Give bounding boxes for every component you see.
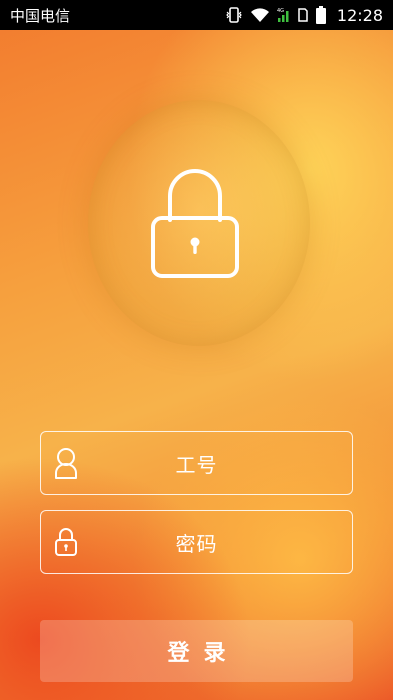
- carrier-name: 中国电信: [10, 6, 71, 25]
- password-field[interactable]: 密码: [40, 510, 353, 574]
- signal-icon: 4G: [277, 6, 291, 24]
- login-button[interactable]: 登录: [40, 620, 353, 682]
- clock-time: 12:28: [336, 5, 383, 25]
- status-left: 中国电信: [10, 5, 70, 26]
- user-icon: [55, 448, 77, 479]
- password-placeholder: 密码: [175, 531, 218, 556]
- svg-text:4G: 4G: [277, 8, 284, 14]
- wifi-icon: [249, 6, 271, 24]
- status-right: 4G 12:28: [225, 5, 383, 25]
- login-screen: 中国电信 4G 12:28 工号 密码 登录: [0, 0, 393, 700]
- lock-icon: [55, 528, 77, 556]
- username-field[interactable]: 工号: [40, 431, 353, 495]
- sim-icon: [297, 6, 309, 24]
- username-placeholder: 工号: [175, 452, 218, 477]
- lock-icon: [151, 169, 239, 278]
- status-bar: 中国电信 4G 12:28: [0, 0, 393, 30]
- battery-icon: [315, 5, 327, 25]
- vibrate-icon: [225, 6, 243, 24]
